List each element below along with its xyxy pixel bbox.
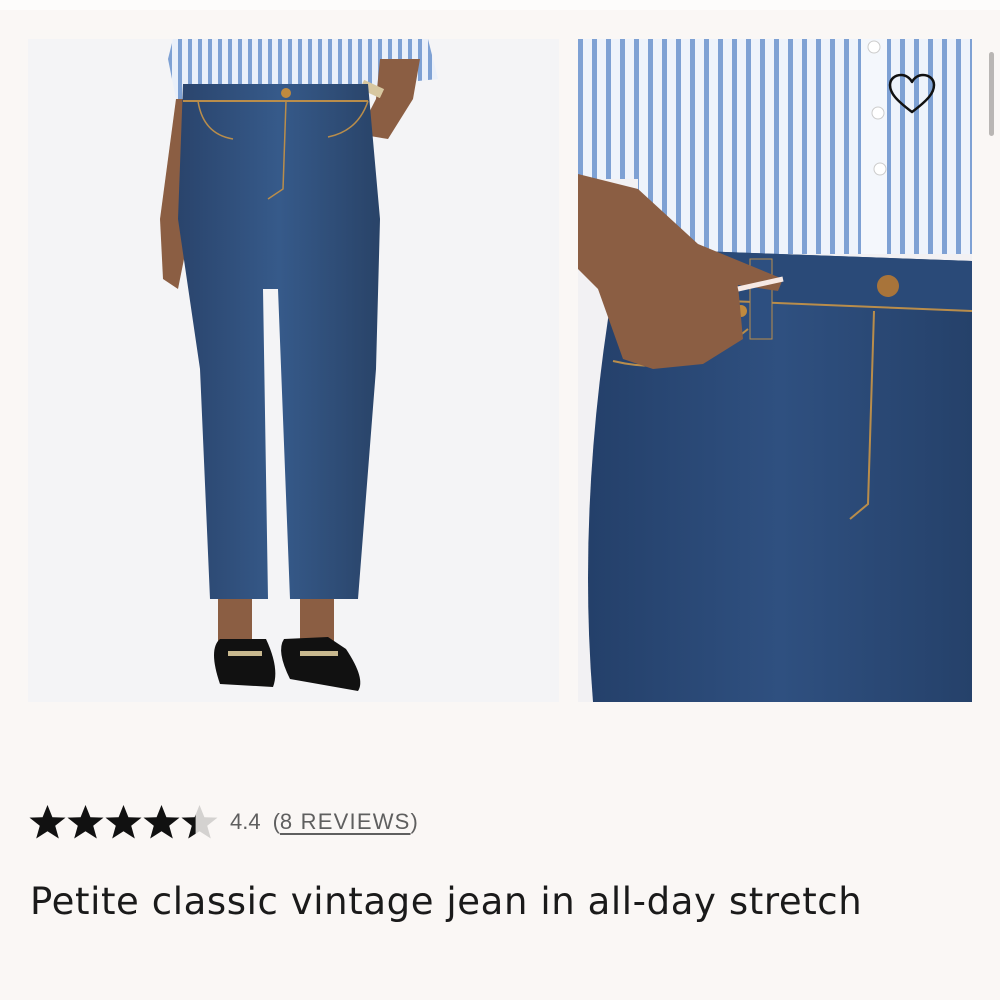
reviews-paren-open: (: [272, 809, 280, 834]
product-image-main[interactable]: [28, 39, 559, 702]
top-bar: [0, 0, 1000, 10]
star-full-icon: [67, 805, 104, 839]
star-full-icon: [29, 805, 66, 839]
reviews-paren-close: ): [410, 809, 418, 834]
waistband-closeup-illustration: [578, 39, 972, 702]
product-image-detail[interactable]: [578, 39, 972, 702]
rating-value: 4.4: [230, 809, 261, 834]
reviews-link[interactable]: 8 REVIEWS: [280, 809, 411, 835]
product-page: 4.4 ( 8 REVIEWS ) Petite classic vintage…: [0, 0, 1000, 1000]
wishlist-button[interactable]: [886, 72, 938, 118]
star-rating: [28, 803, 218, 841]
rating-summary: 4.4 ( 8 REVIEWS ): [28, 800, 418, 844]
heart-outline-icon: [888, 73, 936, 114]
product-title: Petite classic vintage jean in all-day s…: [30, 880, 863, 923]
scrollbar-thumb[interactable]: [989, 52, 994, 136]
star-full-icon: [105, 805, 142, 839]
star-partial-icon: [181, 805, 218, 839]
model-full-length-illustration: [28, 39, 559, 702]
star-full-icon: [143, 805, 180, 839]
